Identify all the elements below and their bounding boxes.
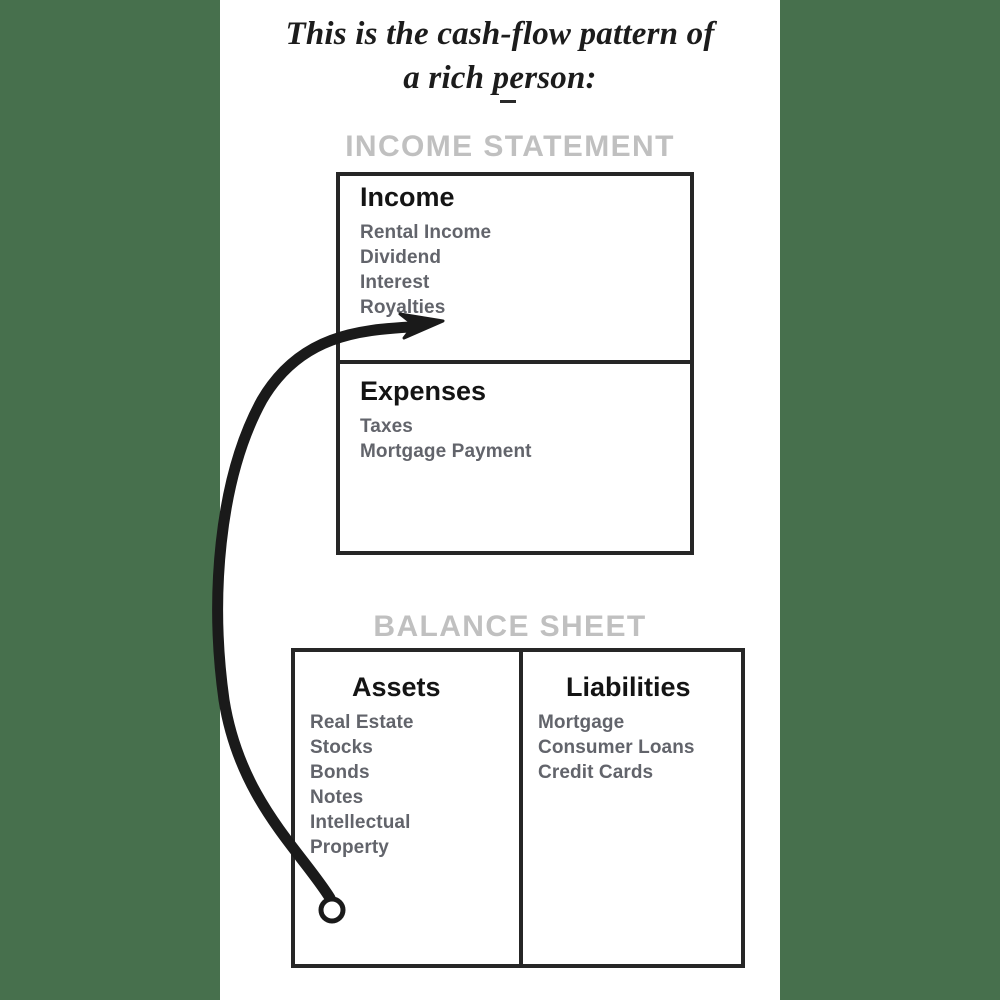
list-item: Taxes (360, 416, 413, 437)
list-item: Credit Cards (538, 762, 654, 783)
list-item: Notes (310, 787, 364, 808)
liabilities-block: Liabilities Mortgage Consumer Loans Cred… (538, 672, 738, 785)
income-expenses-divider (336, 360, 694, 364)
liabilities-item-list: Mortgage Consumer Loans Credit Cards (538, 710, 738, 785)
expenses-block: Expenses Taxes Mortgage Payment (360, 376, 532, 464)
liabilities-block-title: Liabilities (566, 672, 691, 702)
page-title: This is the cash-flow pattern of a rich … (225, 12, 775, 100)
assets-item-list: Real Estate Stocks Bonds Notes Intellect… (310, 710, 510, 860)
list-item: Stocks (310, 737, 373, 758)
list-item: Mortgage Payment (360, 441, 532, 462)
list-item: Royalties (360, 297, 446, 318)
assets-liabilities-divider (519, 648, 523, 968)
assets-block: Assets Real Estate Stocks Bonds Notes In… (310, 672, 510, 860)
list-item: Property (310, 837, 389, 858)
expenses-block-title: Expenses (360, 376, 487, 406)
list-item: Real Estate (310, 712, 414, 733)
title-dash-rule (500, 100, 516, 103)
income-block-title: Income (360, 182, 455, 212)
income-block: Income Rental Income Dividend Interest R… (360, 182, 491, 320)
list-item: Bonds (310, 762, 370, 783)
page-title-line-2: a rich person: (403, 60, 597, 96)
income-item-list: Rental Income Dividend Interest Royaltie… (360, 220, 491, 320)
balance-sheet-header: BALANCE SHEET (373, 610, 647, 643)
list-item: Dividend (360, 247, 442, 268)
page-title-line-1: This is the cash-flow pattern of (285, 16, 715, 52)
list-item: Intellectual (310, 812, 411, 833)
list-item: Rental Income (360, 222, 492, 243)
expenses-item-list: Taxes Mortgage Payment (360, 414, 532, 464)
income-statement-header: INCOME STATEMENT (345, 130, 675, 163)
assets-block-title: Assets (352, 672, 441, 702)
list-item: Interest (360, 272, 430, 293)
list-item: Mortgage (538, 712, 625, 733)
list-item: Consumer Loans (538, 737, 695, 758)
diagram-canvas: This is the cash-flow pattern of a rich … (0, 0, 1000, 1000)
